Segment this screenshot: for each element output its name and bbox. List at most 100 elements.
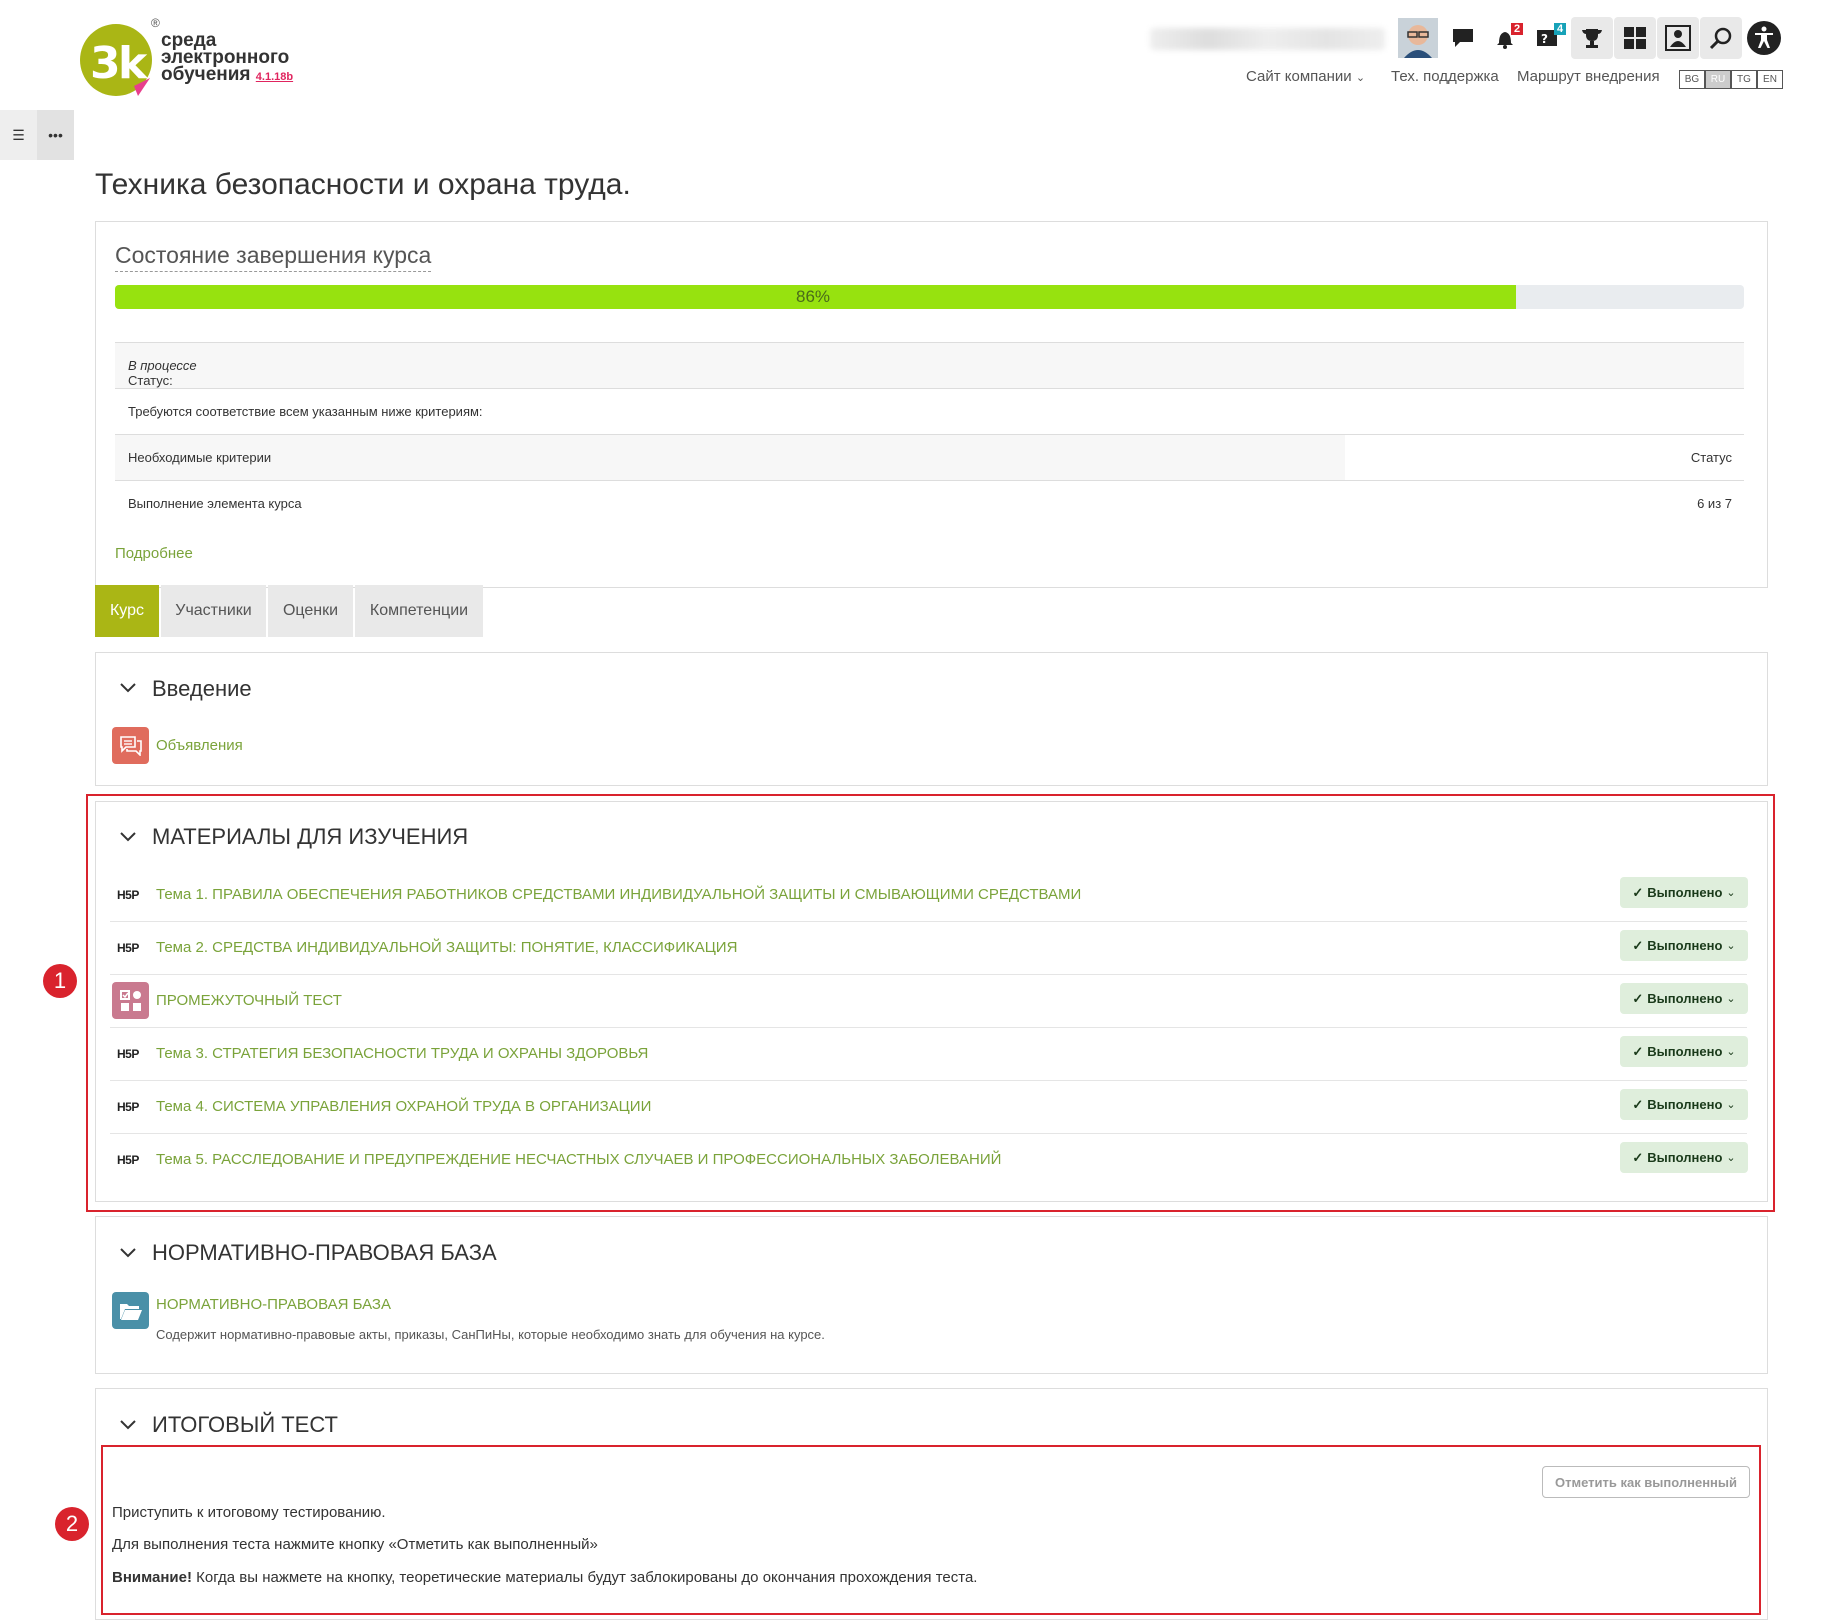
activity-announcements[interactable]: Объявления xyxy=(156,737,243,754)
chevron-down-icon: ⌄ xyxy=(1726,887,1736,899)
chevron-down-icon: ⌄ xyxy=(1726,940,1736,952)
activity-topic-2[interactable]: Тема 2. СРЕДСТВА ИНДИВИДУАЛЬНОЙ ЗАЩИТЫ: … xyxy=(156,939,737,956)
criteria-item: Выполнение элемента курса xyxy=(128,496,302,511)
activity-description: Содержит нормативно-правовые акты, прика… xyxy=(156,1327,825,1342)
h5p-icon: H5P xyxy=(117,888,139,902)
chevron-down-icon[interactable] xyxy=(120,680,136,698)
lang-ru[interactable]: RU xyxy=(1705,70,1731,89)
chevron-down-icon: ⌄ xyxy=(1726,1046,1736,1058)
company-site-menu[interactable]: Сайт компании ⌄ xyxy=(1246,68,1365,85)
registered-mark: ® xyxy=(151,16,160,30)
svg-text:?: ? xyxy=(1541,32,1548,46)
check-icon: ✓ xyxy=(1632,1149,1644,1165)
requirement-row: Требуются соответствие всем указанным ни… xyxy=(115,388,1744,435)
forum-icon xyxy=(112,727,149,764)
completion-status-button[interactable]: ✓ Выполнено ⌄ xyxy=(1620,877,1748,908)
lang-en[interactable]: EN xyxy=(1757,70,1783,89)
criteria-item-status: 6 из 7 xyxy=(1697,496,1732,511)
accessibility-icon[interactable] xyxy=(1743,17,1785,59)
marker-1: 1 xyxy=(43,964,77,998)
final-line-1: Приступить к итоговому тестированию. xyxy=(112,1504,386,1521)
notifications-count: 2 xyxy=(1511,23,1524,35)
lang-bg[interactable]: BG xyxy=(1679,70,1705,89)
completion-title[interactable]: Состояние завершения курса xyxy=(115,242,432,272)
folder-icon xyxy=(112,1292,149,1329)
status-label: Статус: xyxy=(128,373,173,388)
notifications-icon[interactable]: 2 xyxy=(1485,17,1527,59)
user-name-blurred xyxy=(1150,28,1385,50)
support-link[interactable]: Тех. поддержка xyxy=(1391,68,1499,85)
route-link[interactable]: Маршрут внедрения xyxy=(1517,68,1660,85)
warning-text: Когда вы нажмете на кнопку, теоретически… xyxy=(191,1569,978,1586)
version-link[interactable]: 4.1.18b xyxy=(256,71,293,83)
h5p-icon: H5P xyxy=(117,1047,139,1061)
status-row: Статус: В процессе xyxy=(115,342,1744,389)
tab-participants[interactable]: Участники xyxy=(161,585,266,637)
h5p-icon: H5P xyxy=(117,1100,139,1114)
h5p-icon: H5P xyxy=(117,941,139,955)
final-line-2: Для выполнения теста нажмите кнопку «Отм… xyxy=(112,1536,598,1553)
tab-grades[interactable]: Оценки xyxy=(268,585,353,637)
activity-legal-base[interactable]: НОРМАТИВНО-ПРАВОВАЯ БАЗА xyxy=(156,1296,391,1313)
check-icon: ✓ xyxy=(1632,1096,1644,1112)
chevron-down-icon: ⌄ xyxy=(1726,1099,1736,1111)
section-title-legal[interactable]: НОРМАТИВНО-ПРАВОВАЯ БАЗА xyxy=(152,1240,497,1266)
more-link[interactable]: Подробнее xyxy=(115,545,193,562)
divider xyxy=(110,1133,1747,1134)
final-warning: Внимание! Когда вы нажмете на кнопку, те… xyxy=(112,1569,977,1586)
questions-count: 4 xyxy=(1554,23,1567,35)
chevron-down-icon[interactable] xyxy=(120,1245,136,1263)
list-icon[interactable]: ☰ xyxy=(0,110,37,160)
messages-icon[interactable] xyxy=(1442,17,1484,59)
page-title: Техника безопасности и охрана труда. xyxy=(95,168,631,201)
logo-text: среда электронного обучения 4.1.18b xyxy=(161,31,293,86)
chevron-down-icon[interactable] xyxy=(120,829,136,847)
questions-icon[interactable]: ? 4 xyxy=(1528,17,1570,59)
status-header: Статус xyxy=(1690,450,1732,465)
completion-status-button[interactable]: ✓ Выполнено ⌄ xyxy=(1620,1036,1748,1067)
criteria-header-row: Необходимые критерии Статус xyxy=(115,434,1744,481)
trophy-icon[interactable] xyxy=(1571,17,1613,59)
mark-as-done-button[interactable]: Отметить как выполненный xyxy=(1542,1466,1750,1498)
completion-status-button[interactable]: ✓ Выполнено ⌄ xyxy=(1620,1089,1748,1120)
section-title-materials[interactable]: МАТЕРИАЛЫ ДЛЯ ИЗУЧЕНИЯ xyxy=(152,824,468,850)
tab-competencies[interactable]: Компетенции xyxy=(355,585,483,637)
user-avatar-icon xyxy=(1398,18,1438,58)
section-title-intro[interactable]: Введение xyxy=(152,676,252,702)
activity-topic-4[interactable]: Тема 4. СИСТЕМА УПРАВЛЕНИЯ ОХРАНОЙ ТРУДА… xyxy=(156,1098,651,1115)
tab-course[interactable]: Курс xyxy=(95,585,159,637)
search-icon[interactable] xyxy=(1700,17,1742,59)
completion-status-button[interactable]: ✓ Выполнено ⌄ xyxy=(1620,930,1748,961)
chevron-down-icon: ⌄ xyxy=(1726,1152,1736,1164)
logo-icon[interactable]: 3 k xyxy=(78,16,160,98)
lang-tg[interactable]: TG xyxy=(1731,70,1757,89)
marker-2: 2 xyxy=(55,1507,89,1541)
users-icon[interactable] xyxy=(1657,17,1699,59)
divider xyxy=(110,1027,1747,1028)
criteria-row: Выполнение элемента курса 6 из 7 xyxy=(115,480,1744,527)
check-icon: ✓ xyxy=(1632,884,1644,900)
check-icon: ✓ xyxy=(1632,1043,1644,1059)
divider xyxy=(110,921,1747,922)
activity-topic-3[interactable]: Тема 3. СТРАТЕГИЯ БЕЗОПАСНОСТИ ТРУДА И О… xyxy=(156,1045,648,1062)
check-icon: ✓ xyxy=(1632,990,1644,1006)
section-title-final[interactable]: ИТОГОВЫЙ ТЕСТ xyxy=(152,1412,338,1438)
avatar[interactable] xyxy=(1397,17,1439,59)
drawer-toggle: ☰ ••• xyxy=(0,110,74,160)
activity-topic-5[interactable]: Тема 5. РАССЛЕДОВАНИЕ И ПРЕДУПРЕЖДЕНИЕ Н… xyxy=(156,1151,1001,1168)
section-intro xyxy=(95,652,1768,786)
more-icon[interactable]: ••• xyxy=(37,110,74,160)
status-value: В процессе xyxy=(128,358,197,373)
activity-intermediate-test[interactable]: ПРОМЕЖУТОЧНЫЙ ТЕСТ xyxy=(156,992,342,1009)
chevron-down-icon[interactable] xyxy=(120,1417,136,1435)
completion-status-button[interactable]: ✓ Выполнено ⌄ xyxy=(1620,983,1748,1014)
activity-topic-1[interactable]: Тема 1. ПРАВИЛА ОБЕСПЕЧЕНИЯ РАБОТНИКОВ С… xyxy=(156,886,1081,903)
h5p-icon: H5P xyxy=(117,1153,139,1167)
completion-status-button[interactable]: ✓ Выполнено ⌄ xyxy=(1620,1142,1748,1173)
logo-line-3: обучения xyxy=(161,64,251,85)
requirement-text: Требуются соответствие всем указанным ни… xyxy=(128,404,483,419)
progress-label: 86% xyxy=(795,287,831,306)
divider xyxy=(110,974,1747,975)
divider xyxy=(110,1080,1747,1081)
dashboard-icon[interactable] xyxy=(1614,17,1656,59)
